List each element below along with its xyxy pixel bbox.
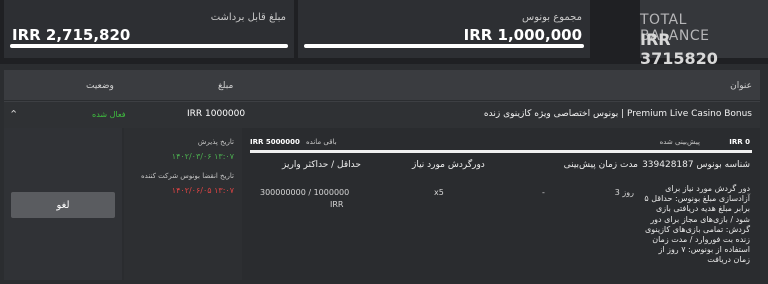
column-turnover: دورگردش مورد نیاز (412, 160, 485, 170)
column-minmax: حداقل / حداکثر واریز (282, 160, 361, 170)
dash-value: - (542, 188, 545, 197)
wagered-value: IRR 0 (729, 138, 750, 146)
column-status: وضعیت (86, 81, 114, 91)
withdrawable-value: IRR 2,715,820 (12, 26, 131, 44)
bonus-name: بونوس اختصاصی ویژه کازینوی زنده | Premiu… (483, 109, 752, 119)
bonus-total-label: مجموع بونوس (521, 12, 582, 23)
bonus-total-panel: مجموع بونوس IRR 1,000,000 (298, 0, 590, 58)
remaining-label: باقی مانده (306, 138, 337, 146)
accept-date-value: ۱۴۰۲/۰۳/۰۶ ۱۳:۰۷ (171, 152, 234, 161)
bonus-description: دور گردش مورد نیاز برای آزادسازی مبلغ بو… (644, 184, 750, 265)
chevron-up-icon[interactable]: ⌄ (9, 107, 18, 120)
withdrawable-progress-bar (10, 44, 288, 48)
column-amount: مبلغ (218, 81, 234, 91)
status-badge: فعال شده (92, 110, 126, 119)
cancel-button[interactable]: لغو (11, 192, 115, 218)
remaining-value: IRR 5000000 (250, 138, 300, 146)
minmax-currency: IRR (330, 200, 344, 209)
bonus-id: شناسه بونوس 339428187 (642, 160, 750, 170)
wagered-label: پیش‌بینی شده (659, 138, 700, 146)
turnover-value: x5 (434, 188, 444, 197)
bonus-row[interactable]: ⌄ فعال شده IRR 1000000 بونوس اختصاصی ویژ… (4, 101, 760, 128)
total-balance-value: IRR 3715820 (640, 30, 718, 68)
column-title: عنوان (730, 81, 752, 91)
expiry-date-value: ۱۴۰۲/۰۶/۰۵ ۱۳:۰۷ (171, 186, 234, 195)
expiry-date-label: تاریخ انقضا بونوس شرکت کننده (141, 172, 234, 180)
bonus-amount: IRR 1000000 (187, 109, 246, 119)
bonus-table-header: عنوان مبلغ وضعیت (4, 70, 760, 100)
wager-progress-bar (250, 150, 752, 153)
withdrawable-label: مبلغ قابل برداشت (210, 12, 286, 23)
dates-column: تاریخ پذیرش ۱۴۰۲/۰۳/۰۶ ۱۳:۰۷ تاریخ انقضا… (124, 128, 242, 280)
total-balance-panel: TOTAL BALANCE IRR 3715820 (640, 0, 768, 68)
wager-details: پیش‌بینی شده IRR 0 باقی مانده IRR 500000… (244, 130, 758, 280)
bonus-total-value: IRR 1,000,000 (463, 26, 582, 44)
minmax-value: 300000000 / 1000000 (260, 188, 350, 197)
withdrawable-panel: مبلغ قابل برداشت IRR 2,715,820 (4, 0, 294, 58)
bonus-total-progress-bar (304, 44, 584, 48)
duration-value: 3 روز (614, 188, 634, 197)
column-duration: مدت زمان پیش‌بینی (563, 160, 638, 170)
accept-date-label: تاریخ پذیرش (197, 138, 234, 146)
